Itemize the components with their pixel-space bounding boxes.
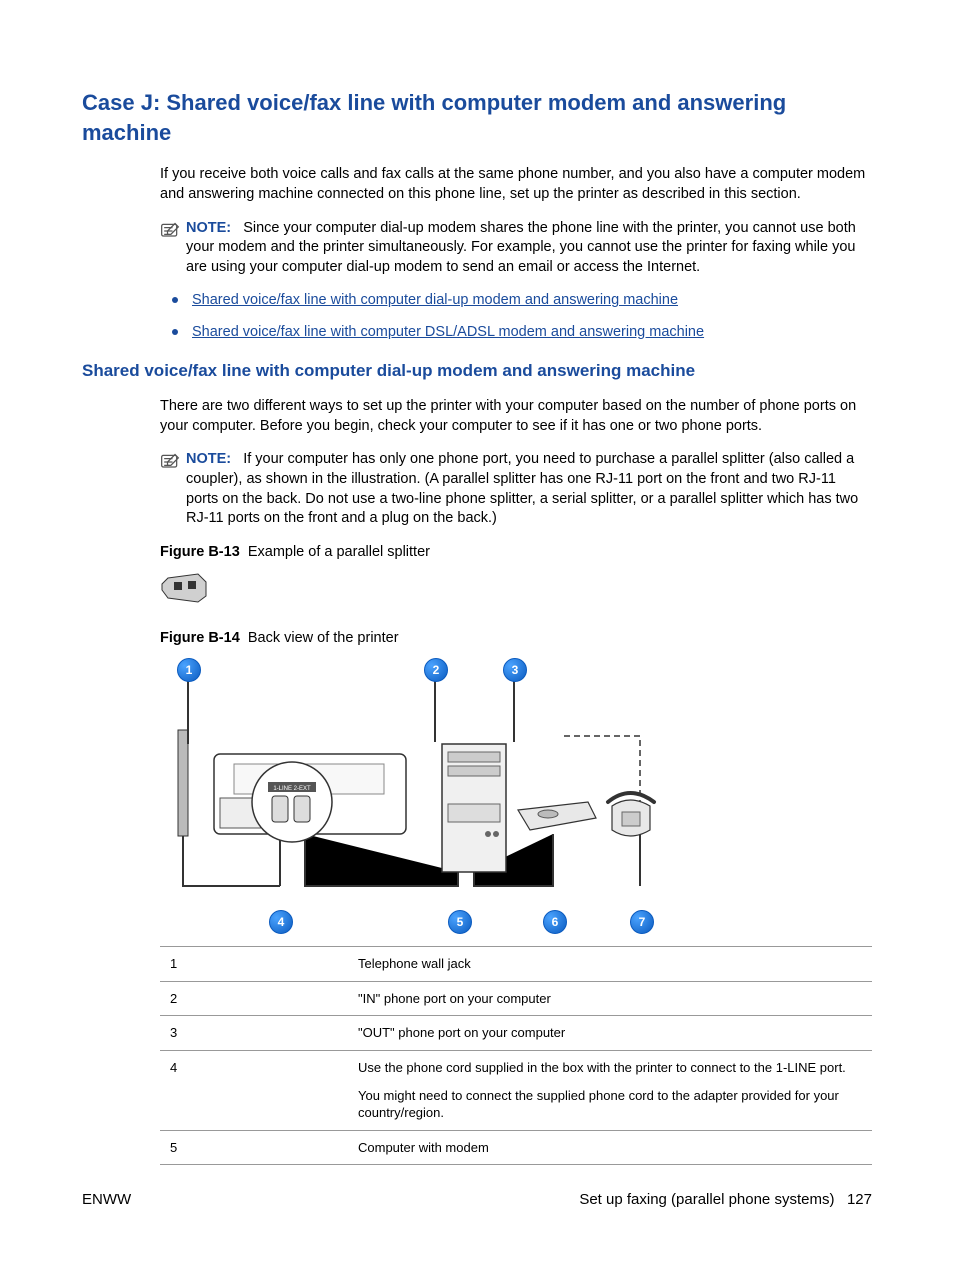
note-block-1: NOTE: Since your computer dial-up modem …	[160, 219, 872, 278]
note-text-1: NOTE: Since your computer dial-up modem …	[186, 219, 872, 278]
sub-heading: Shared voice/fax line with computer dial…	[82, 360, 872, 383]
note-icon	[160, 452, 182, 528]
note-block-2: NOTE: If your computer has only one phon…	[160, 450, 872, 528]
page-heading: Case J: Shared voice/fax line with compu…	[82, 88, 872, 147]
note-body: Since your computer dial-up modem shares…	[186, 220, 856, 275]
document-page: Case J: Shared voice/fax line with compu…	[0, 0, 954, 1270]
link-item: Shared voice/fax line with computer DSL/…	[160, 323, 872, 343]
figure-caption: Back view of the printer	[248, 630, 399, 646]
figure-number: Figure B-14	[160, 630, 240, 646]
note-label: NOTE:	[186, 451, 231, 467]
table-row: 5 Computer with modem	[160, 1130, 872, 1165]
link-item: Shared voice/fax line with computer dial…	[160, 291, 872, 311]
legend-desc: Use the phone cord supplied in the box w…	[348, 1050, 872, 1130]
legend-num: 4	[160, 1050, 348, 1130]
legend-desc: "OUT" phone port on your computer	[348, 1016, 872, 1051]
link-dialup[interactable]: Shared voice/fax line with computer dial…	[192, 292, 678, 308]
figure-b13-label: Figure B-13 Example of a parallel splitt…	[160, 543, 872, 563]
link-dsl[interactable]: Shared voice/fax line with computer DSL/…	[192, 324, 704, 340]
legend-desc: Computer with modem	[348, 1130, 872, 1165]
legend-num: 2	[160, 981, 348, 1016]
legend-num: 5	[160, 1130, 348, 1165]
legend-num: 3	[160, 1016, 348, 1051]
intro-paragraph: If you receive both voice calls and fax …	[160, 165, 872, 204]
note-text-2: NOTE: If your computer has only one phon…	[186, 450, 872, 528]
legend-desc: "IN" phone port on your computer	[348, 981, 872, 1016]
port-label: 1-LINE 2-EXT	[273, 786, 311, 792]
note-icon	[160, 221, 182, 278]
paragraph-2: There are two different ways to set up t…	[160, 397, 872, 436]
footer-left: ENWW	[82, 1190, 131, 1210]
page-footer: ENWW Set up faxing (parallel phone syste…	[82, 1190, 872, 1210]
figure-number: Figure B-13	[160, 544, 240, 560]
intro-block: If you receive both voice calls and fax …	[160, 165, 872, 204]
table-row: 2 "IN" phone port on your computer	[160, 981, 872, 1016]
splitter-illustration	[160, 568, 872, 611]
note-body: If your computer has only one phone port…	[186, 451, 858, 526]
callout-legend-table: 1 Telephone wall jack 2 "IN" phone port …	[160, 946, 872, 1165]
table-row: 3 "OUT" phone port on your computer	[160, 1016, 872, 1051]
page-number: 127	[847, 1191, 872, 1208]
figure-caption: Example of a parallel splitter	[248, 544, 430, 560]
figure-b14-label: Figure B-14 Back view of the printer	[160, 629, 872, 649]
printer-back-diagram: 1-LINE 2-EXT 1 2 3 4 5 6 7	[160, 654, 680, 936]
table-row: 1 Telephone wall jack	[160, 947, 872, 982]
note-label: NOTE:	[186, 220, 231, 236]
table-row: 4 Use the phone cord supplied in the box…	[160, 1050, 872, 1130]
link-list: Shared voice/fax line with computer dial…	[160, 291, 872, 342]
footer-right: Set up faxing (parallel phone systems) 1…	[579, 1190, 872, 1210]
para2-block: There are two different ways to set up t…	[160, 397, 872, 436]
legend-desc: Telephone wall jack	[348, 947, 872, 982]
legend-num: 1	[160, 947, 348, 982]
